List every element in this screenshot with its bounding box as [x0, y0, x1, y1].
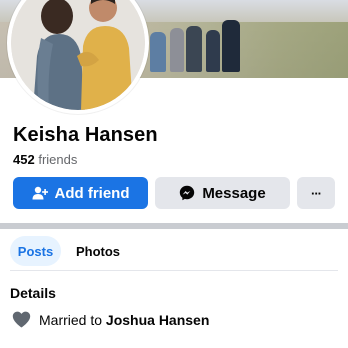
message-label: Message	[202, 184, 266, 202]
section-divider	[0, 223, 348, 229]
cover-figure	[150, 32, 166, 72]
relationship-partner-link[interactable]: Joshua Hansen	[106, 312, 209, 328]
tab-posts[interactable]: Posts	[10, 236, 61, 266]
messenger-icon	[180, 185, 195, 201]
friend-count-number: 452	[13, 152, 35, 167]
profile-picture-image	[11, 0, 145, 110]
relationship-prefix: Married to	[39, 311, 103, 328]
more-options-icon: ···	[311, 185, 322, 201]
friend-count[interactable]: 452 friends	[13, 152, 77, 167]
cover-figure	[222, 20, 240, 72]
profile-picture[interactable]	[7, 0, 149, 114]
tabs-divider	[10, 270, 338, 271]
add-person-icon	[32, 186, 48, 200]
add-friend-label: Add friend	[54, 184, 130, 202]
profile-photo-illustration	[11, 0, 145, 110]
message-button[interactable]: Message	[155, 177, 290, 209]
more-options-button[interactable]: ···	[297, 177, 335, 209]
add-friend-button[interactable]: Add friend	[13, 177, 148, 209]
tab-photos[interactable]: Photos	[70, 236, 126, 266]
friend-count-label: friends	[38, 152, 78, 167]
details-heading: Details	[10, 285, 56, 301]
tab-photos-label: Photos	[75, 243, 121, 259]
cover-figure	[186, 26, 202, 72]
tab-posts-label: Posts	[17, 243, 54, 259]
cover-figure	[170, 28, 184, 72]
profile-name: Keisha Hansen	[13, 124, 158, 146]
cover-figure	[206, 30, 220, 72]
relationship-text: Married to Joshua Hansen	[39, 312, 209, 328]
heart-icon	[12, 311, 31, 328]
relationship-detail: Married to Joshua Hansen	[12, 311, 209, 328]
